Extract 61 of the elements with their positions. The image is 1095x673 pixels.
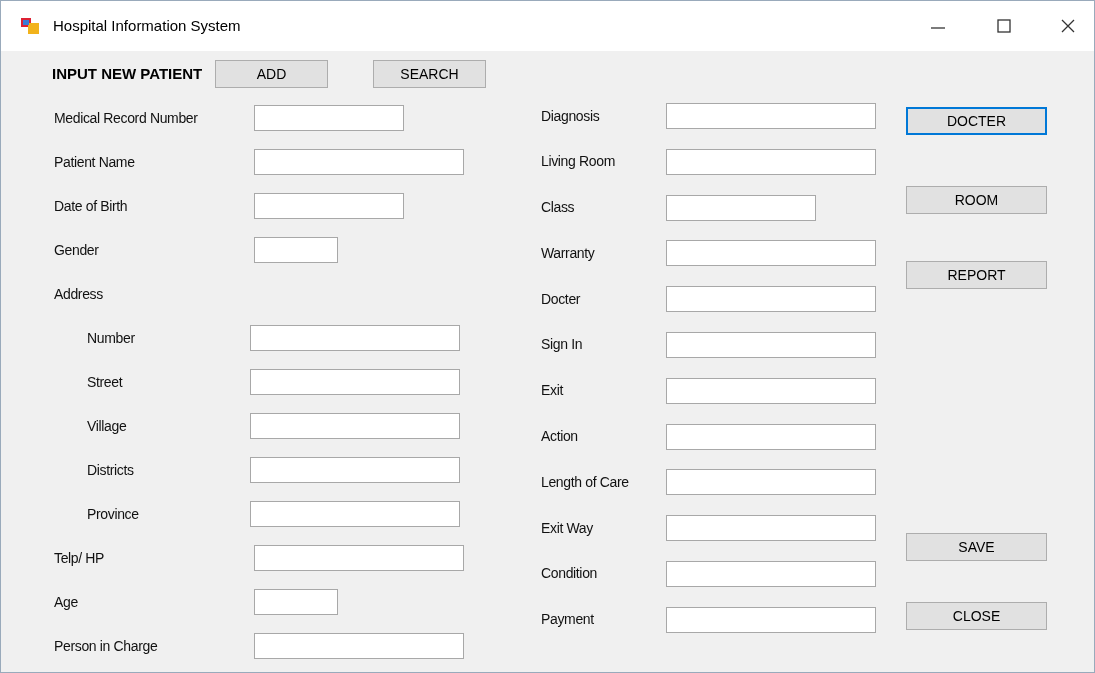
field-label: Action <box>541 427 579 447</box>
field-label: Warranty <box>541 243 596 263</box>
input-field[interactable] <box>666 286 876 313</box>
maximize-icon[interactable] <box>996 18 1012 34</box>
field-label: Medical Record Number <box>54 108 199 128</box>
field-label: Patient Name <box>54 152 136 172</box>
field-label: Street <box>86 372 124 392</box>
input-field[interactable] <box>250 413 460 439</box>
field-label: Number <box>86 328 136 348</box>
input-field[interactable] <box>254 149 464 175</box>
form-button[interactable]: ROOM <box>906 186 1047 214</box>
window-title: Hospital Information System <box>53 15 241 36</box>
field-label: Exit <box>541 381 565 401</box>
input-field[interactable] <box>666 515 876 542</box>
field-label: Gender <box>54 240 100 260</box>
input-field[interactable] <box>254 237 338 263</box>
input-field[interactable] <box>250 369 460 395</box>
input-field[interactable] <box>250 501 460 527</box>
field-label: Payment <box>541 610 595 630</box>
input-field[interactable] <box>666 377 876 404</box>
input-field[interactable] <box>250 325 460 351</box>
field-label: Address <box>54 284 104 304</box>
field-label: Province <box>86 504 140 524</box>
field-label: Docter <box>541 289 582 309</box>
field-label: Class <box>541 198 576 218</box>
form-button[interactable]: DOCTER <box>906 107 1047 135</box>
field-label: Date of Birth <box>54 196 129 216</box>
field-label: Exit Way <box>541 518 594 538</box>
field-label: Age <box>54 592 79 612</box>
header-button[interactable]: ADD <box>214 60 328 88</box>
field-label: Length of Care <box>541 472 630 492</box>
field-label: Condition <box>541 564 598 584</box>
input-field[interactable] <box>666 332 876 358</box>
form-button[interactable]: REPORT <box>906 261 1047 289</box>
input-field[interactable] <box>254 633 464 659</box>
form-heading: INPUT NEW PATIENT <box>52 63 204 84</box>
input-field[interactable] <box>666 240 876 267</box>
input-field[interactable] <box>666 148 876 175</box>
input-field[interactable] <box>254 193 404 219</box>
input-field[interactable] <box>254 589 338 615</box>
form-button[interactable]: CLOSE <box>906 602 1047 630</box>
input-field[interactable] <box>666 560 876 587</box>
input-field[interactable] <box>666 469 876 496</box>
close-icon[interactable] <box>1060 18 1076 34</box>
field-label: Person in Charge <box>54 636 159 656</box>
input-field[interactable] <box>666 194 816 221</box>
field-label: Living Room <box>541 152 616 172</box>
input-field[interactable] <box>666 103 876 129</box>
input-field[interactable] <box>254 545 464 571</box>
app-icon <box>21 18 39 34</box>
header-button[interactable]: SEARCH <box>373 60 486 88</box>
field-label: Sign In <box>541 335 584 355</box>
field-label: Telp/ HP <box>54 548 106 568</box>
field-label: Village <box>86 416 128 436</box>
input-field[interactable] <box>254 105 404 131</box>
field-label: Districts <box>86 460 135 480</box>
input-field[interactable] <box>666 423 876 450</box>
form-button[interactable]: SAVE <box>906 533 1047 561</box>
input-field[interactable] <box>666 606 876 633</box>
input-field[interactable] <box>250 457 460 483</box>
field-label: Diagnosis <box>541 106 601 126</box>
